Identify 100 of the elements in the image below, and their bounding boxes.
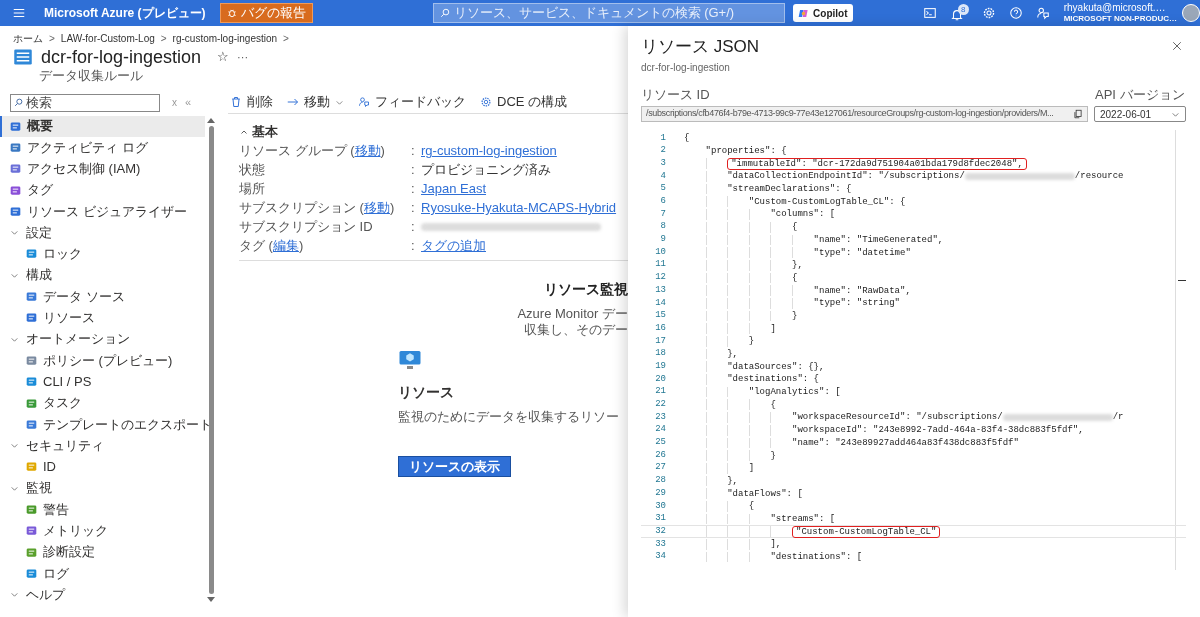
field-separator: : [411,142,416,161]
copilot-icon [798,7,810,19]
description-text: Azure Monitor デー [517,305,628,322]
close-icon[interactable] [1171,40,1183,52]
sidebar-group[interactable]: 構成 [0,264,205,286]
code-line: "workspaceResourceId": "/subscriptions/ [792,412,1003,423]
line-number: 24 [654,423,666,437]
brand-name[interactable]: Microsoft Azure (プレビュー) [44,4,206,22]
field-label: サブスクリプション ID [239,218,374,237]
line-number: 29 [654,486,666,500]
view-resources-button[interactable]: リソースの表示 [398,456,511,477]
line-number: 30 [654,499,666,513]
line-number: 19 [654,359,666,373]
sidebar-item[interactable]: 診断設定 [0,541,205,563]
field-label: 状態 [239,161,266,180]
resource-id-field[interactable]: /subscriptions/cfb476f4-b79e-4713-99c9-77e43e127061/resourceGroups/rg-custom-log-ingestion/providers/M... [641,106,1088,122]
line-number: 3 [659,156,666,170]
breadcrumb-link[interactable]: ホーム [13,30,43,46]
sidebar-item[interactable]: リソース ビジュアライザー [0,200,205,222]
menu-icon[interactable] [12,6,26,20]
edit-link[interactable]: 編集 [272,238,299,254]
more-button[interactable]: ··· [237,48,249,66]
sidebar-item[interactable]: CLI / PS [0,371,205,393]
code-line: "properties": { [705,146,787,157]
line-number: 2 [659,144,666,158]
code-line: "dataSources": {}, [727,361,825,372]
user-name[interactable]: rhyakuta@microsoft.… [1063,2,1177,13]
value-link[interactable]: rg-custom-log-ingestion [421,141,557,161]
code-line: "name": "RawData", [813,285,911,296]
feedback-icon[interactable] [1035,6,1050,20]
edit-link[interactable]: 移動 [354,143,381,159]
sidebar-group[interactable]: 監視 [0,477,205,499]
avatar-icon[interactable] [1182,4,1200,22]
copy-icon[interactable] [1073,109,1083,119]
code-line: "dataFlows": [ [727,488,803,499]
field-label: 場所 [239,180,266,199]
code-line: { [792,272,798,283]
copilot-button[interactable]: Copilot [793,4,853,22]
breadcrumb-separator: > [283,31,289,46]
breadcrumb-link[interactable]: LAW-for-Custom-Log [60,30,155,46]
sidebar-item[interactable]: データ ソース [0,285,205,308]
toolbar-button[interactable]: フィードバック [358,92,466,112]
code-line: } [748,336,755,347]
sidebar-item[interactable]: リソース [0,307,205,329]
line-number: 28 [654,474,666,488]
notifications-button[interactable]: 8 [949,4,969,22]
edit-link[interactable]: 移動 [363,200,390,216]
sidebar-item[interactable]: メトリック [0,520,205,542]
sidebar-item[interactable]: アクティビティ ログ [0,136,205,159]
code-line: "name": "TimeGenerated", [813,234,944,245]
breadcrumb-separator: > [49,31,55,46]
breadcrumb-link[interactable]: rg-custom-log-ingestion [172,30,278,46]
line-number: 16 [654,321,666,335]
chevron-icon [10,590,19,600]
toolbar-button[interactable]: 削除 [230,92,273,112]
sidebar-item[interactable]: 警告 [0,498,205,521]
line-number: 20 [654,372,666,386]
sidebar-item[interactable]: ログ [0,562,205,585]
value-link[interactable]: Japan East [421,179,487,199]
sidebar-group[interactable]: 設定 [0,222,205,244]
sidebar-item[interactable]: ポリシー (プレビュー) [0,349,205,372]
section-header[interactable]: 基本 [240,123,278,140]
line-number: 27 [654,461,666,475]
code-line: ] [770,323,776,334]
value-link[interactable]: タグの追加 [421,236,486,256]
code-line: "streams": [ [770,513,836,524]
toolbar-button[interactable]: DCE の構成 [480,92,568,112]
code-line: { [684,133,690,144]
sidebar-item[interactable]: タスク [0,392,205,414]
sidebar-group[interactable]: オートメーション [0,328,205,350]
sidebar-item[interactable]: ロック [0,243,205,265]
notification-badge: 8 [957,4,969,15]
line-number: 33 [654,537,666,551]
sidebar-item[interactable]: 概要 [0,115,205,137]
line-number: 13 [654,283,666,297]
settings-icon[interactable] [981,6,996,20]
chevron-icon [10,441,19,451]
sidebar-item[interactable]: アクセス制御 (IAM) [0,158,205,180]
code-editor[interactable] [641,130,1186,570]
field-value: プロビジョニング済み [421,161,551,180]
sidebar-item[interactable]: ID [0,456,205,478]
sidebar-item[interactable]: タグ [0,179,205,201]
code-line: "type": "string" [813,298,900,309]
value-link[interactable]: Ryosuke-Hyakuta-MCAPS-Hybrid [421,198,617,218]
favorite-button[interactable]: ☆ [217,47,230,67]
bell-icon [949,8,964,22]
sidebar-group[interactable]: セキュリティ [0,434,205,457]
scrollbar[interactable] [207,117,215,602]
sidebar-group[interactable]: ヘルプ [0,584,205,606]
code-line: "columns": [ [770,209,836,220]
code-line: "Custom-CustomLogTable_CL": { [748,196,906,207]
card-title: リソース [398,382,454,402]
overview-icon [10,120,21,132]
code-line: { [748,501,755,512]
api-version-dropdown[interactable]: 2022-06-01 [1094,106,1186,122]
search-field[interactable]: 検索 [10,93,160,112]
line-number: 14 [654,296,666,310]
help-icon[interactable] [1008,6,1023,20]
description-text: 収集し、そのデー [524,321,628,338]
toolbar-button[interactable]: 移動 [287,92,344,112]
